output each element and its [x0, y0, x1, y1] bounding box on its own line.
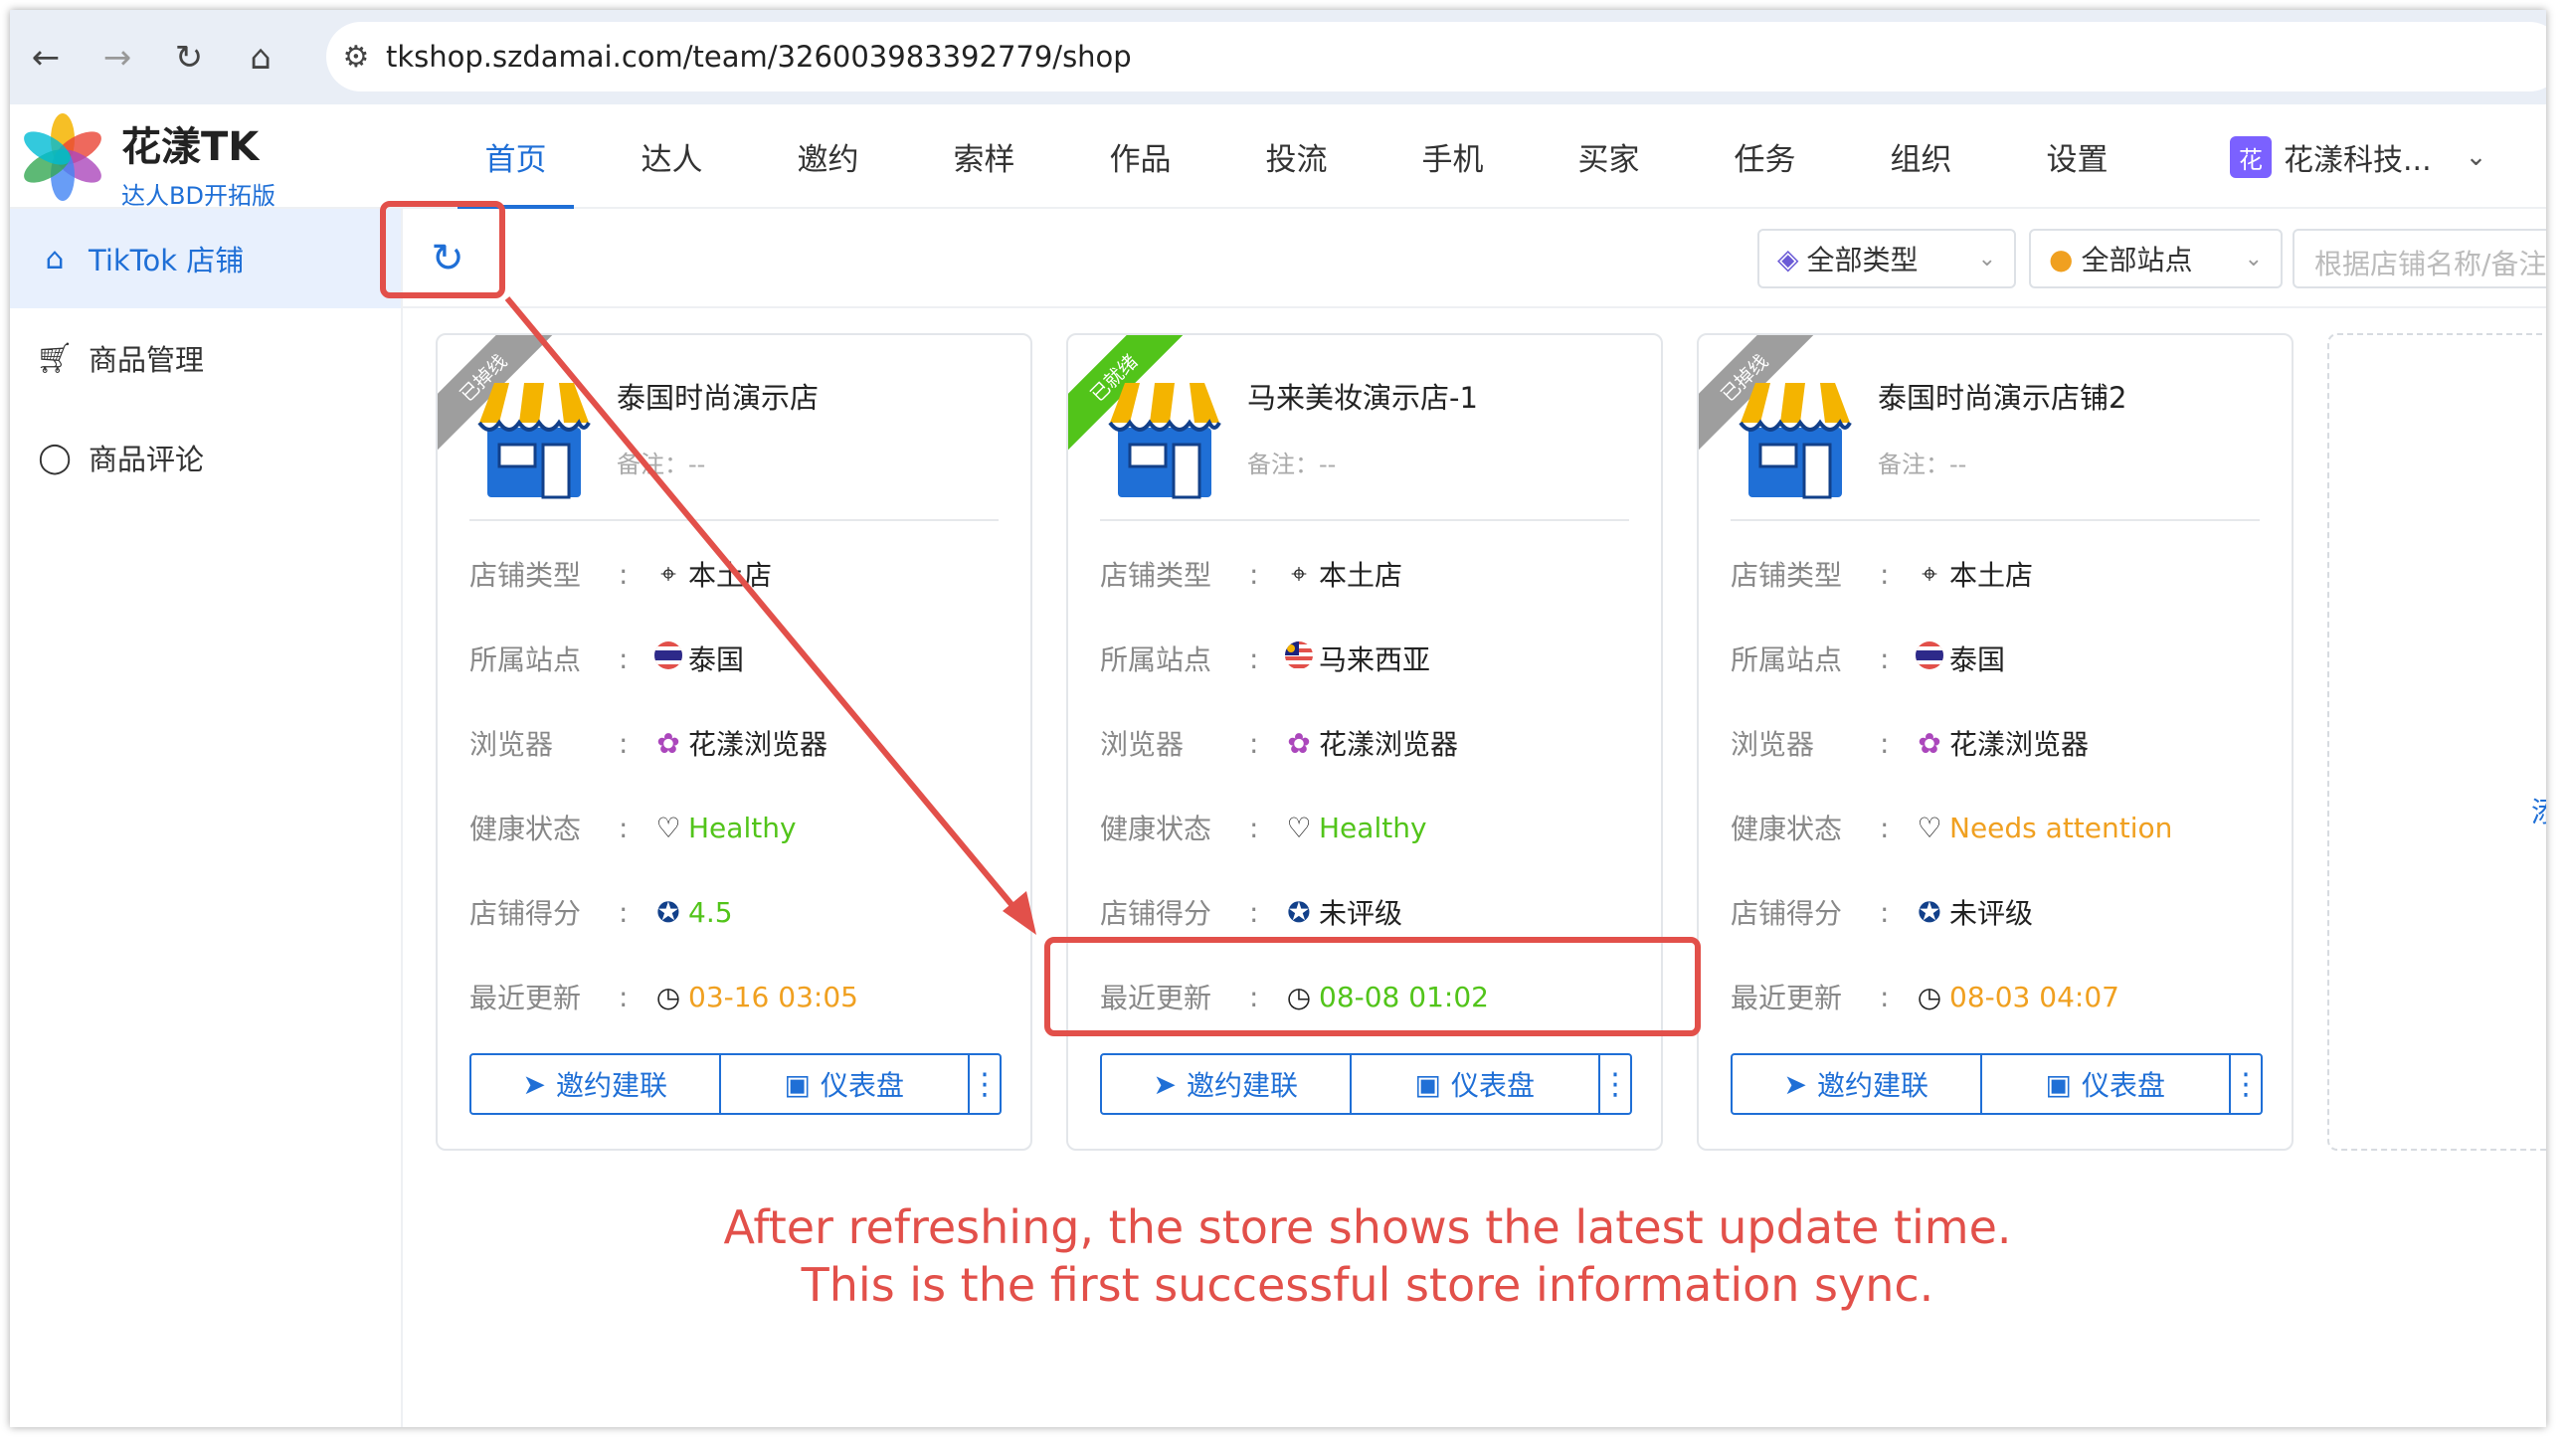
caption-line-1: After refreshing, the store shows the la…: [723, 1200, 2012, 1254]
screenshot-frame: ← → ↻ ⌂ ⚙ tkshop.szdamai.com/team/326003…: [10, 10, 2546, 1427]
caption-line-2: This is the first successful store infor…: [801, 1258, 1934, 1312]
annotation-caption: After refreshing, the store shows the la…: [646, 1198, 2089, 1314]
